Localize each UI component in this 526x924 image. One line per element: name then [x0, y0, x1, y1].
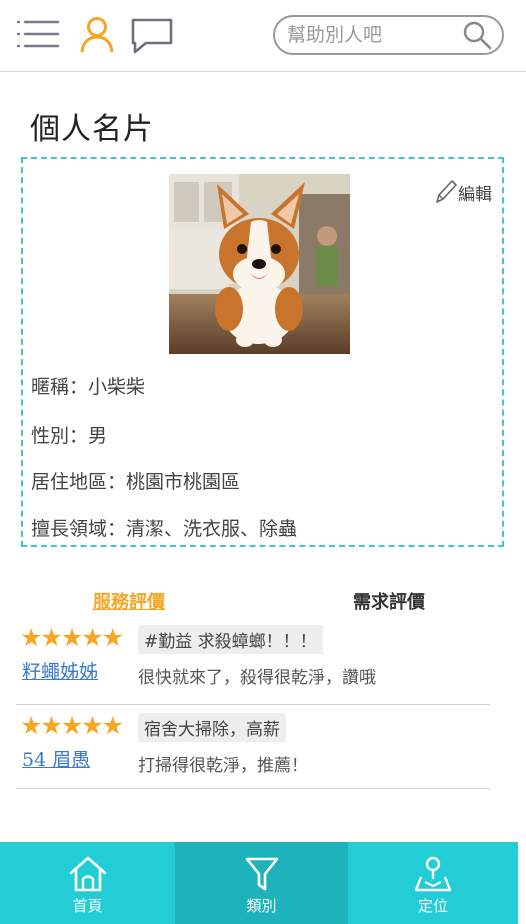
review-tabs: 服務評價 需求評價 [0, 588, 526, 618]
nav-label-home: 首頁 [72, 897, 103, 915]
tab-service-reviews[interactable]: 服務評價 [93, 588, 165, 614]
edit-label: 編輯 [458, 185, 492, 205]
nav-item-home[interactable]: 首頁 [0, 842, 175, 924]
reviewer-link[interactable]: 54 眉愚 [22, 745, 90, 772]
edit-button[interactable]: 編輯 [435, 179, 492, 205]
expertise-field: 擅長領域：清潔、洗衣服、除蟲 [31, 518, 298, 540]
location-field: 居住地區：桃園市桃園區 [31, 471, 241, 493]
menu-icon[interactable] [16, 18, 60, 50]
nav-label-location: 定位 [417, 897, 448, 915]
chat-icon[interactable] [130, 17, 174, 55]
nickname-field: 暱稱：小柴柴 [31, 376, 146, 398]
nav-edge [518, 842, 526, 924]
nav-item-location[interactable]: 定位 [348, 842, 518, 924]
map-pin-icon [414, 856, 452, 892]
search-icon[interactable] [462, 20, 492, 50]
tab-request-reviews[interactable]: 需求評價 [353, 588, 425, 614]
bottom-nav: 首頁 類別 定位 [0, 842, 526, 924]
nav-item-category[interactable]: 類別 [175, 842, 348, 924]
pencil-icon [436, 180, 457, 203]
request-title: 宿舍大掃除，高薪 [138, 713, 286, 742]
nav-label-category: 類別 [246, 897, 277, 915]
profile-card: 編輯 暱稱：小柴柴 性別：男 居住地區：桃園市桃園區 擅長領域：清潔、洗衣服、除… [21, 157, 504, 547]
review-item: ★★★★★ 籽蠅姊姊 #勤益 求殺蟑螂！！！ 很快就來了，殺得很乾淨，讚哦 [16, 625, 490, 705]
star-rating: ★★★★★ [20, 623, 124, 652]
reviewer-link[interactable]: 籽蠅姊姊 [22, 657, 98, 684]
search-input[interactable] [285, 23, 462, 47]
page-title: 個人名片 [30, 112, 154, 147]
filter-icon [245, 857, 278, 891]
avatar-photo [169, 174, 350, 354]
star-rating: ★★★★★ [20, 711, 124, 740]
top-bar [0, 0, 526, 72]
review-item: ★★★★★ 54 眉愚 宿舍大掃除，高薪 打掃得很乾淨，推薦！ [16, 713, 490, 789]
review-comment: 很快就來了，殺得很乾淨，讚哦 [138, 668, 376, 688]
review-comment: 打掃得很乾淨，推薦！ [138, 756, 308, 776]
gender-field: 性別：男 [31, 425, 108, 447]
home-icon [69, 856, 106, 892]
user-icon[interactable] [80, 16, 114, 54]
request-title: #勤益 求殺蟑螂！！！ [138, 625, 323, 654]
search-box[interactable] [273, 15, 504, 55]
